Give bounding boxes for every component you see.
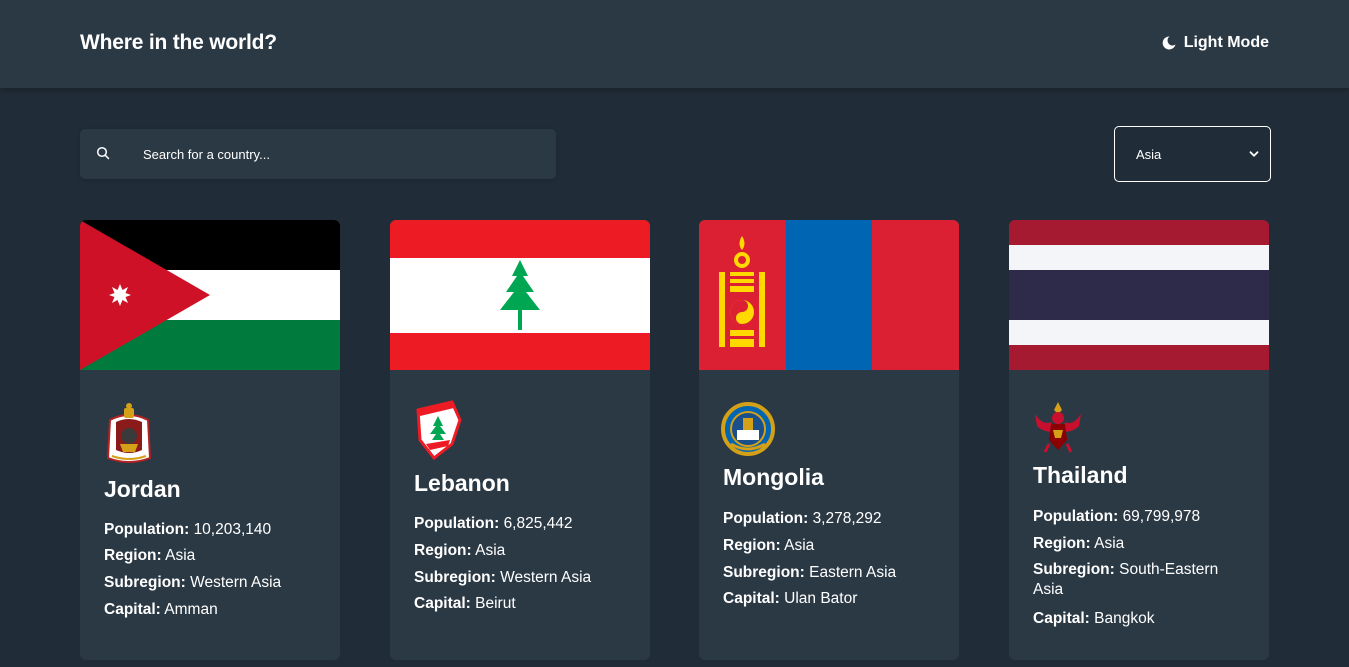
region-filter-value: Asia [1136, 146, 1162, 162]
population-value: 3,278,292 [812, 510, 882, 527]
population-label: Population: [104, 521, 190, 538]
capital-value: Beirut [475, 595, 516, 612]
country-card[interactable]: Mongolia Population: 3,278,292 Region: A… [699, 220, 959, 660]
country-flag [699, 220, 959, 370]
coat-of-arms-image [1035, 402, 1081, 453]
moon-icon [1162, 36, 1176, 50]
region-value: Asia [1094, 535, 1125, 552]
country-card[interactable]: Lebanon Population: 6,825,442 Region: As… [390, 220, 650, 660]
coat-of-arms-image [721, 402, 775, 456]
country-name: Jordan [104, 476, 181, 502]
country-card[interactable]: Jordan Population: 10,203,140 Region: As… [80, 220, 340, 660]
region-value: Asia [475, 542, 506, 559]
region-label: Region: [1033, 535, 1091, 552]
search-input[interactable] [143, 129, 543, 179]
coat-of-arms-image [106, 403, 152, 463]
region-label: Region: [104, 547, 162, 564]
theme-toggle-button[interactable]: Light Mode [1161, 34, 1269, 52]
region-label: Region: [414, 542, 472, 559]
population-value: 10,203,140 [193, 521, 272, 538]
search-icon [96, 146, 110, 160]
capital-label: Capital: [104, 601, 161, 618]
population-label: Population: [414, 515, 500, 532]
country-flag [390, 220, 650, 370]
subregion-value: Western Asia [190, 574, 282, 591]
country-name: Thailand [1033, 462, 1128, 488]
capital-label: Capital: [723, 590, 780, 607]
app-header: Where in the world? Light Mode [0, 0, 1349, 88]
capital-value: Ulan Bator [784, 590, 858, 607]
chevron-down-icon [1249, 151, 1259, 157]
search-bar [80, 129, 556, 179]
subregion-value: Western Asia [500, 569, 592, 586]
subregion-label: Subregion: [414, 569, 496, 586]
country-card[interactable]: Thailand Population: 69,799,978 Region: … [1009, 220, 1269, 660]
subregion-value: Eastern Asia [809, 564, 897, 581]
subregion-label: Subregion: [723, 564, 805, 581]
region-filter-select[interactable]: Asia [1114, 126, 1271, 182]
subregion-label: Subregion: [1033, 561, 1115, 578]
region-label: Region: [723, 537, 781, 554]
app-title: Where in the world? [80, 31, 277, 54]
capital-value: Bangkok [1094, 610, 1155, 627]
region-value: Asia [165, 547, 196, 564]
country-name: Lebanon [414, 470, 510, 496]
population-value: 69,799,978 [1122, 508, 1201, 525]
country-name: Mongolia [723, 464, 824, 490]
region-value: Asia [784, 537, 815, 554]
coat-of-arms-image [416, 400, 462, 460]
population-label: Population: [723, 510, 809, 527]
theme-toggle-label: Light Mode [1183, 34, 1269, 51]
subregion-label: Subregion: [104, 574, 186, 591]
country-flag [1009, 220, 1269, 370]
capital-value: Amman [164, 601, 218, 618]
country-flag [80, 220, 340, 370]
capital-label: Capital: [1033, 610, 1090, 627]
population-value: 6,825,442 [503, 515, 573, 532]
population-label: Population: [1033, 508, 1119, 525]
capital-label: Capital: [414, 595, 471, 612]
